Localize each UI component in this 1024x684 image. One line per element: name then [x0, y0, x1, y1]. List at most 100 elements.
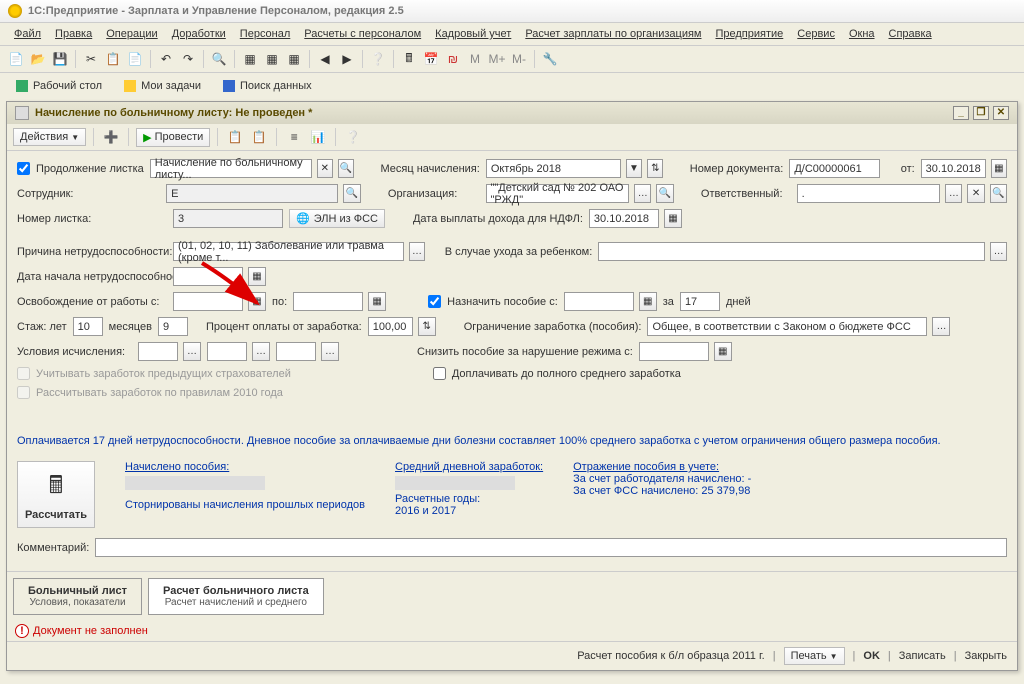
emp-lookup-button[interactable]: 🔍	[343, 184, 360, 203]
continuation-checkbox[interactable]	[17, 162, 30, 175]
days-field[interactable]: 17	[680, 292, 720, 311]
menu-enterprise[interactable]: Предприятие	[709, 26, 789, 42]
close-button[interactable]: ✕	[993, 106, 1009, 120]
grid1-icon[interactable]: ▦	[240, 49, 260, 69]
release-from-field[interactable]	[173, 292, 243, 311]
menu-file[interactable]: Файл	[8, 26, 47, 42]
limit-field[interactable]: Общее, в соответствии с Законом о бюджет…	[647, 317, 927, 336]
ndfl-field[interactable]: 30.10.2018	[589, 209, 659, 228]
start-field[interactable]	[173, 267, 243, 286]
cond2-btn[interactable]: …	[252, 342, 270, 361]
tb4-icon[interactable]: 📊	[308, 127, 328, 147]
search-icon[interactable]: 🔍	[209, 49, 229, 69]
copy-icon[interactable]: 📋	[103, 49, 123, 69]
menu-personnel[interactable]: Персонал	[234, 26, 297, 42]
menu-payroll[interactable]: Расчет зарплаты по организациям	[519, 26, 707, 42]
menu-edit[interactable]: Правка	[49, 26, 98, 42]
paste-icon[interactable]: 📄	[125, 49, 145, 69]
cond3-field[interactable]	[276, 342, 316, 361]
release-to-field[interactable]	[293, 292, 363, 311]
menu-calc[interactable]: Расчеты с персоналом	[298, 26, 427, 42]
minimize-button[interactable]: _	[953, 106, 969, 120]
new-doc-icon[interactable]: ➕	[101, 127, 121, 147]
percent-spin[interactable]: ⇅	[418, 317, 436, 336]
continuation-field[interactable]: Начисление по больничному листу...	[150, 159, 312, 178]
m-icon[interactable]: M	[465, 49, 485, 69]
accrued-link[interactable]: Начислено пособия:	[125, 461, 365, 473]
reduce-field[interactable]	[639, 342, 709, 361]
cal-icon[interactable]: 📅	[421, 49, 441, 69]
open-icon[interactable]: 📂	[28, 49, 48, 69]
post-button[interactable]: ▶Провести	[136, 128, 210, 147]
limit-more-button[interactable]: …	[932, 317, 950, 336]
mplus-icon[interactable]: M+	[487, 49, 507, 69]
assign-checkbox[interactable]	[428, 295, 441, 308]
help2-icon[interactable]: ❔	[368, 49, 388, 69]
menu-dev[interactable]: Доработки	[166, 26, 232, 42]
tab-calc-sheet[interactable]: Расчет больничного листа Расчет начислен…	[148, 578, 324, 615]
grid2-icon[interactable]: ▦	[262, 49, 282, 69]
docnum-field[interactable]: Д/С00000061	[789, 159, 879, 178]
emp-field[interactable]: Е	[166, 184, 338, 203]
reduce-cal[interactable]: ▦	[714, 342, 732, 361]
tab-tasks[interactable]: Мои задачи	[114, 77, 211, 95]
assign-cal[interactable]: ▦	[639, 292, 657, 311]
month-field[interactable]: Октябрь 2018	[486, 159, 621, 178]
month-dd-button[interactable]: ▼	[626, 159, 642, 178]
calculate-button[interactable]: 🖩 Рассчитать	[17, 461, 95, 528]
cont-lookup-button[interactable]: 🔍	[338, 159, 354, 178]
redo-icon[interactable]: ↷	[178, 49, 198, 69]
percent-field[interactable]: 100,00	[368, 317, 413, 336]
assign-field[interactable]	[564, 292, 634, 311]
tab-desktop[interactable]: Рабочий стол	[6, 77, 112, 95]
resp-lookup-button[interactable]: 🔍	[990, 184, 1007, 203]
avg-link[interactable]: Средний дневной заработок:	[395, 461, 543, 473]
menu-service[interactable]: Сервис	[791, 26, 841, 42]
sheet-field[interactable]: 3	[173, 209, 283, 228]
from-field[interactable]: 30.10.2018	[921, 159, 986, 178]
release-to-cal[interactable]: ▦	[368, 292, 386, 311]
tb2-icon[interactable]: 📋	[249, 127, 269, 147]
fwd-icon[interactable]: ▶	[337, 49, 357, 69]
cond1-btn[interactable]: …	[183, 342, 201, 361]
resp-more-button[interactable]: …	[945, 184, 962, 203]
org-more-button[interactable]: …	[634, 184, 651, 203]
cut-icon[interactable]: ✂	[81, 49, 101, 69]
org-lookup-button[interactable]: 🔍	[656, 184, 673, 203]
resp-field[interactable]: .	[797, 184, 941, 203]
stazh-years-field[interactable]: 10	[73, 317, 103, 336]
tb-help-icon[interactable]: ❔	[343, 127, 363, 147]
reason-more-button[interactable]: …	[409, 242, 426, 261]
ndfl-cal-button[interactable]: ▦	[664, 209, 682, 228]
calc-icon[interactable]: 🖩	[399, 49, 419, 69]
tb3-icon[interactable]: ≡	[284, 127, 304, 147]
cont-clear-button[interactable]: ✕	[317, 159, 333, 178]
tab-sick-sheet[interactable]: Больничный лист Условия, показатели	[13, 578, 142, 615]
start-cal-button[interactable]: ▦	[248, 267, 266, 286]
tab-search[interactable]: Поиск данных	[213, 77, 322, 95]
comment-field[interactable]	[95, 538, 1007, 557]
refl-link[interactable]: Отражение пособия в учете:	[573, 461, 751, 473]
pay-full-checkbox[interactable]	[433, 367, 446, 380]
resp-clear-button[interactable]: ✕	[967, 184, 984, 203]
cond2-field[interactable]	[207, 342, 247, 361]
actions-button[interactable]: Действия▼	[13, 128, 86, 146]
eln-button[interactable]: 🌐ЭЛН из ФСС	[289, 209, 385, 228]
ok-button[interactable]: OK	[863, 650, 880, 662]
from-cal-button[interactable]: ▦	[991, 159, 1007, 178]
bar-icon[interactable]: ₪	[443, 49, 463, 69]
release-from-cal[interactable]: ▦	[248, 292, 266, 311]
org-field[interactable]: ""Детский сад № 202 ОАО "РЖД"	[486, 184, 630, 203]
menu-hr[interactable]: Кадровый учет	[429, 26, 517, 42]
menu-windows[interactable]: Окна	[843, 26, 881, 42]
save-icon[interactable]: 💾	[50, 49, 70, 69]
child-more-button[interactable]: …	[990, 242, 1007, 261]
grid3-icon[interactable]: ▦	[284, 49, 304, 69]
tb1-icon[interactable]: 📋	[225, 127, 245, 147]
save-button[interactable]: Записать	[899, 650, 946, 662]
cond1-field[interactable]	[138, 342, 178, 361]
menu-ops[interactable]: Операции	[100, 26, 163, 42]
month-spin-button[interactable]: ⇅	[647, 159, 663, 178]
cond3-btn[interactable]: …	[321, 342, 339, 361]
menu-help[interactable]: Справка	[883, 26, 938, 42]
